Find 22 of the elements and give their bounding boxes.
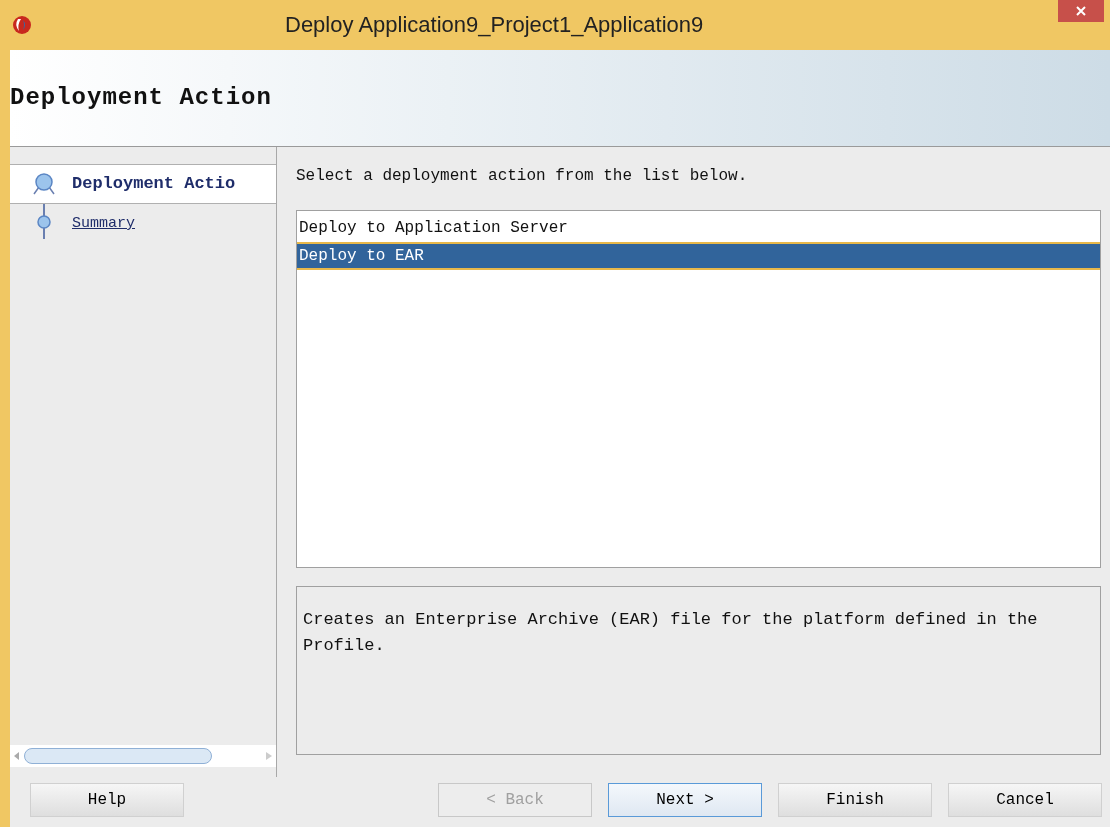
description-text: Creates an Enterprise Archive (EAR) file for the platform defined in the Profile. (303, 609, 1039, 657)
step-label[interactable]: Deployment Actio (72, 171, 236, 197)
close-button[interactable] (1058, 0, 1104, 22)
instruction-text: Select a deployment action from the list below. (296, 166, 749, 187)
current-step-icon (32, 172, 56, 196)
scroll-right-icon[interactable] (266, 752, 272, 760)
dialog-button[interactable]: Cancel (948, 783, 1102, 817)
window-title: Deploy Application9_Project1_Application9 (285, 11, 704, 39)
horizontal-scrollbar[interactable] (10, 745, 276, 767)
step-item[interactable]: Deployment Actio (10, 164, 276, 204)
scroll-left-icon[interactable] (14, 752, 20, 760)
scrollbar-thumb[interactable] (24, 748, 212, 764)
step-link[interactable]: Summary (72, 212, 135, 236)
dialog-button[interactable]: Next > (608, 783, 762, 817)
dialog-button[interactable]: Help (30, 783, 184, 817)
step-item[interactable]: Summary (10, 204, 276, 244)
dialog-button[interactable]: Finish (778, 783, 932, 817)
action-item[interactable]: Deploy to Application Server (297, 214, 1100, 242)
page-heading: Deployment Action (10, 83, 272, 113)
action-item[interactable]: Deploy to EAR (297, 242, 1100, 270)
close-icon (1076, 6, 1086, 16)
app-logo-icon (12, 15, 32, 35)
